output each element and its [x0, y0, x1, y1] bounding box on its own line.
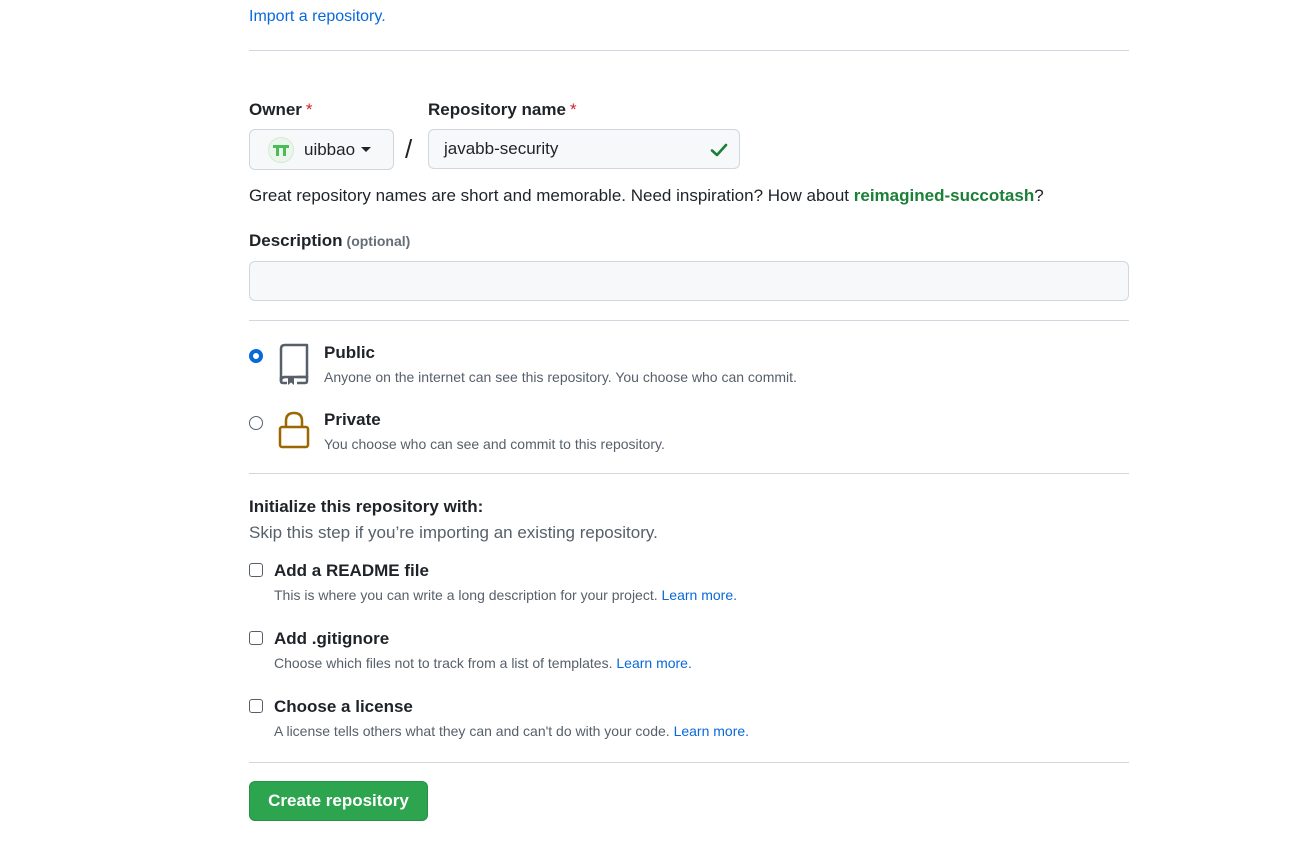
public-title: Public	[324, 343, 376, 362]
required-marker: *	[305, 100, 313, 119]
repository-name-hint: Great repository names are short and mem…	[249, 186, 1044, 205]
private-radio[interactable]	[249, 416, 263, 430]
initialize-title: Initialize this repository with:	[249, 497, 484, 516]
lock-icon	[278, 411, 310, 449]
divider	[249, 320, 1129, 321]
check-icon	[710, 143, 728, 157]
optional-marker: (optional)	[346, 233, 411, 249]
repository-name-value: javabb-security	[444, 139, 559, 158]
divider	[249, 50, 1129, 51]
name-suggestion-link[interactable]: reimagined-succotash	[854, 186, 1034, 205]
description-input[interactable]	[249, 261, 1129, 301]
import-repository-link[interactable]: Import a repository.	[249, 8, 386, 26]
create-repository-button[interactable]: Create repository	[249, 781, 428, 821]
repository-name-label: Repository name *	[428, 100, 577, 119]
readme-title: Add a README file	[274, 561, 429, 580]
repository-name-input[interactable]: javabb-security	[428, 129, 740, 169]
owner-repo-separator: /	[405, 134, 413, 164]
learn-more-link[interactable]: Learn more.	[674, 723, 749, 739]
description-label: Description (optional)	[249, 231, 411, 250]
owner-label: Owner *	[249, 100, 313, 119]
divider	[249, 762, 1129, 763]
private-description: You choose who can see and commit to thi…	[324, 436, 665, 452]
readme-description: This is where you can write a long descr…	[274, 587, 737, 603]
initialize-subtitle: Skip this step if you’re importing an ex…	[249, 523, 658, 542]
public-radio[interactable]	[249, 349, 263, 363]
gitignore-description: Choose which files not to track from a l…	[274, 655, 692, 671]
learn-more-link[interactable]: Learn more.	[616, 655, 691, 671]
learn-more-link[interactable]: Learn more.	[662, 587, 737, 603]
avatar-identicon-icon	[273, 144, 289, 156]
divider	[249, 473, 1129, 474]
gitignore-title: Add .gitignore	[274, 629, 390, 648]
private-title: Private	[324, 410, 381, 429]
license-checkbox[interactable]	[249, 699, 263, 713]
repo-book-icon	[279, 343, 309, 385]
license-title: Choose a license	[274, 697, 413, 716]
license-description: A license tells others what they can and…	[274, 723, 750, 739]
gitignore-checkbox[interactable]	[249, 631, 263, 645]
owner-name: uibbao	[304, 139, 356, 159]
avatar	[268, 136, 294, 163]
readme-checkbox[interactable]	[249, 563, 263, 577]
owner-select-button[interactable]: uibbao	[249, 129, 394, 170]
caret-down-icon	[361, 147, 372, 152]
required-marker: *	[569, 100, 577, 119]
public-description: Anyone on the internet can see this repo…	[324, 369, 797, 385]
